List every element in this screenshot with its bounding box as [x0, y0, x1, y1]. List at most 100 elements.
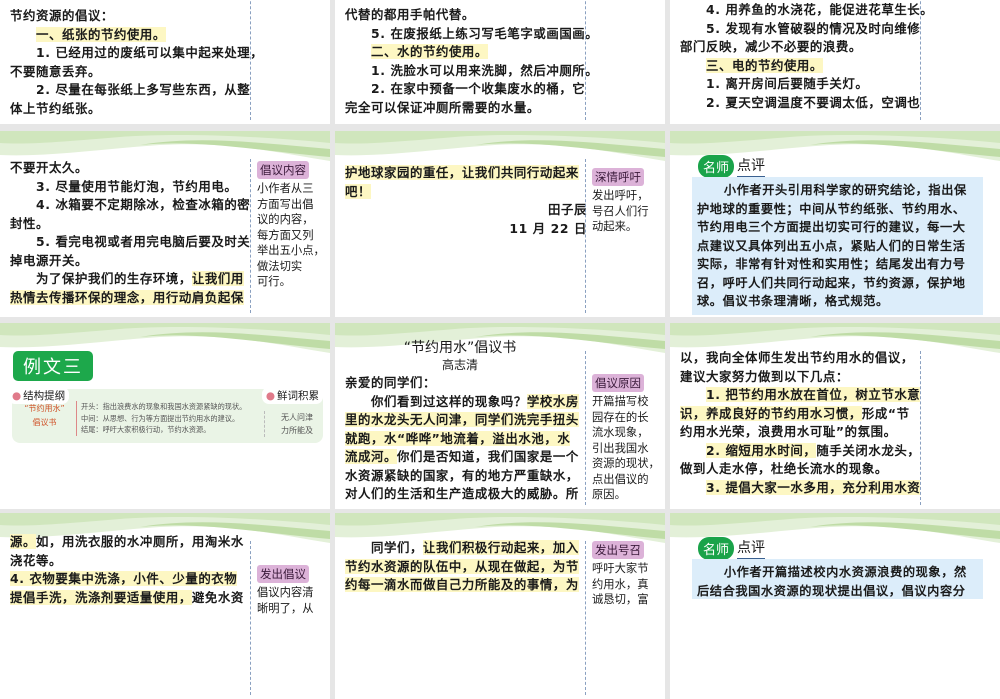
- outline-label-line: “节约用水”: [24, 404, 65, 413]
- text-line: 3. 提倡大家一水多用，充分利用水资: [680, 479, 922, 498]
- margin-divider: [920, 351, 921, 505]
- slide[interactable]: 不要开太久。 3. 尽量使用节能灯泡，节约用电。 4. 冰箱要不定期除冰，检查冰箱的…: [0, 131, 330, 317]
- text-segment: 完全可以保证冲厕所需要的水量。: [345, 99, 540, 115]
- text-line: 源。如，用洗衣服的水冲厕所，用淘米水: [10, 533, 252, 552]
- annotation-line: 做法切实: [257, 259, 303, 273]
- slide[interactable]: 例文三 ● 结构提纲 ● 鲜词积累 “节约用水” 倡议书 开头：指出浪费水的现象和我国水资源紧…: [0, 323, 330, 509]
- annotation-tag: 深情呼吁: [592, 168, 644, 186]
- review-title: 点评: [737, 155, 766, 178]
- text-line: 田子辰: [345, 201, 587, 220]
- slide[interactable]: 亲爱的同学们： 你们看到过这样的现象吗？学校水房 里的水龙头无人问津，同学们洗完手扭…: [335, 323, 665, 509]
- annotation: 深情呼吁 发出呼吁， 号召人们行 动起来。: [592, 166, 662, 235]
- text-segment: 亲爱的同学们：: [345, 375, 436, 390]
- margin-divider: [585, 159, 586, 313]
- annotation-line: 资源的现状，: [592, 457, 660, 470]
- text-segment: 田子辰: [548, 202, 587, 217]
- text-line: 5. 发现有水管破裂的情况及时向维修: [680, 20, 922, 39]
- text-segment: 2. 夏天空调温度不要调太低，空调也: [706, 94, 921, 110]
- text-line: 你们看到过这样的现象吗？学校水房: [345, 393, 587, 412]
- text-segment: 体上节约纸张。: [10, 100, 101, 116]
- text-segment: 做到人走水停，杜绝长流水的现象。: [680, 461, 888, 476]
- highlighted-text: 三、电的节约使用。: [706, 57, 823, 73]
- highlighted-text: 里的水龙头无人问津，同学们洗完手扭头: [345, 412, 579, 427]
- text-segment: 3. 尽量使用节能灯泡，节约用电。: [36, 178, 238, 194]
- structure-outline: ● 结构提纲 ● 鲜词积累 “节约用水” 倡议书 开头：指出浪费水的现象和我国水资源紧缺的现…: [8, 387, 323, 443]
- text-line: 4. 衣物要集中洗涤，小件、少量的衣物: [10, 570, 252, 589]
- margin-divider: [250, 0, 251, 120]
- slide[interactable]: 4. 用养鱼的水浇花，能促进花草生长。 5. 发现有水管破裂的情况及时向维修 部门反…: [670, 0, 1000, 124]
- annotation-line: 流水现象，: [592, 426, 649, 439]
- annotation-line: 小作者从三: [257, 182, 314, 195]
- vocab-heading-text: 鲜词积累: [277, 390, 319, 402]
- annotation-line: 方面写出倡: [257, 197, 314, 211]
- annotation-line: 呼吁大家节: [592, 562, 649, 575]
- text-line: 提倡手洗，洗涤剂要适量使用，避免水资: [10, 589, 252, 608]
- text-line: 1. 洗脸水可以用来洗脚，然后冲厕所。: [345, 62, 598, 81]
- text-line: 1. 已经用过的废纸可以集中起来处理，: [10, 44, 263, 63]
- slide[interactable]: 名师 点评 小作者开头引用科学家的研究结论，指出保护地球的重要性；中间从节约纸张、节…: [670, 131, 1000, 317]
- text-line: 4. 用养鱼的水浇花，能促进花草生长。: [680, 1, 933, 20]
- text-segment: 2. 尽量在每张纸上多写些东西，从整: [36, 82, 251, 97]
- highlighted-text: 约每一滴水而做自己力所能及的事情，为: [345, 577, 579, 592]
- slide[interactable]: 以，我向全体师生发出节约用水的倡议， 建议大家努力做到以下几点： 1. 把节约用水放…: [670, 323, 1000, 509]
- annotation-line: 动起来。: [592, 220, 638, 233]
- text-segment: 11 月 22 日: [509, 220, 587, 236]
- slide-text: 护地球家园的重任，让我们共同行动起来吧！ 田子辰 11 月 22 日: [345, 164, 587, 238]
- text-line: 2. 夏天空调温度不要调太低，空调也: [680, 94, 922, 113]
- text-segment: 随手关闭水龙头，: [816, 442, 921, 458]
- text-line: 约用水光荣，浪费用水可耻”的氛围。: [680, 423, 922, 442]
- slide[interactable]: 同学们，让我们积极行动起来，加入 节约水资源的队伍中，从现在做起，为节 约每一滴水而…: [335, 513, 665, 699]
- highlighted-text: 源。: [10, 534, 36, 549]
- review-text: 小作者开头引用科学家的研究结论，指出保护地球的重要性；中间从节约纸张、节约用水、…: [692, 177, 983, 315]
- highlighted-text: 4. 衣物要集中洗涤，小件、少量的衣物: [10, 571, 238, 586]
- text-segment: 掉电源开关。: [10, 252, 88, 268]
- text-line: 水资源紧缺的国家，有的地方严重缺水，: [345, 467, 587, 486]
- text-line: 11 月 22 日: [345, 220, 587, 239]
- outline-item: 开头：指出浪费水的现象和我国水资源紧缺的现状。: [81, 402, 247, 411]
- outline-item: 中间：从思想、行为等方面提出节约用水的建议。: [81, 413, 240, 423]
- annotation-line: 议的内容，: [257, 213, 314, 226]
- outline-items: 开头：指出浪费水的现象和我国水资源紧缺的现状。 中间：从思想、行为等方面提出节约用…: [76, 401, 246, 436]
- annotation-line: 园存在的长: [592, 410, 649, 424]
- annotation: 发出倡议 倡议内容清 晰明了，从: [257, 563, 327, 616]
- highlighted-text: 护地球家园的重任，让我们共同行动起来: [345, 165, 579, 180]
- slide[interactable]: 护地球家园的重任，让我们共同行动起来 吧！ 田子辰 11 月 22 日深情呼吁 发出呼吁…: [335, 131, 665, 317]
- annotation-line: 号召人们行: [592, 204, 649, 218]
- outline-label-line: 倡议书: [32, 418, 57, 427]
- highlighted-text: 3. 提倡大家一水多用，充分利用水资: [706, 479, 921, 495]
- text-segment: 1. 离开房间后要随手关灯。: [706, 76, 869, 91]
- highlighted-text: 提倡手洗，洗涤剂要适量使用，: [10, 589, 192, 605]
- slide-text: 亲爱的同学们： 你们看到过这样的现象吗？学校水房 里的水龙头无人问津，同学们洗完手扭…: [345, 374, 587, 504]
- annotation-line: 晰明了，从: [257, 601, 314, 615]
- slide[interactable]: 名师 点评 小作者开篇描述校内水资源浪费的现象，然后结合我国水资源的现状提出倡议，倡…: [670, 513, 1000, 699]
- highlighted-text: 识，养成良好的节约用水习惯，: [680, 405, 862, 421]
- slide[interactable]: 源。如，用洗衣服的水冲厕所，用淘米水 浇花等。 4. 衣物要集中洗涤，小件、少量的衣…: [0, 513, 330, 699]
- text-line: 封性。: [10, 215, 252, 234]
- text-line: 不要随意丢弃。: [10, 63, 252, 82]
- slide-text: 同学们，让我们积极行动起来，加入 节约水资源的队伍中，从现在做起，为节 约每一滴水而…: [345, 539, 587, 595]
- text-line: 浇花等。: [10, 552, 252, 571]
- outline-heading-text: 结构提纲: [23, 390, 66, 402]
- annotation: 倡议原因 开篇描写校 园存在的长 流水现象， 引出我国水 资源的现状， 点出倡议的 原因。: [592, 372, 662, 503]
- text-line: 2. 缩短用水时间，随手关闭水龙头，: [680, 442, 922, 461]
- highlighted-text: 让我们用: [191, 271, 244, 286]
- review-badge: 名师: [698, 537, 735, 560]
- text-line: 吧！: [345, 183, 587, 202]
- text-line: 5. 在废报纸上练习写毛笔字或画国画。: [345, 25, 598, 44]
- review-title: 点评: [737, 537, 766, 560]
- text-line: 1. 把节约用水放在首位，树立节水意: [680, 386, 922, 405]
- review-text: 小作者开篇描述校内水资源浪费的现象，然后结合我国水资源的现状提出倡议，倡议内容分…: [692, 559, 983, 599]
- text-line: 做到人走水停，杜绝长流水的现象。: [680, 460, 922, 479]
- bullet-icon: ●: [12, 390, 22, 402]
- text-line: 三、电的节约使用。: [680, 57, 922, 76]
- margin-divider: [585, 351, 586, 505]
- slide-text: 源。如，用洗衣服的水冲厕所，用淘米水 浇花等。 4. 衣物要集中洗涤，小件、少量的衣…: [10, 533, 252, 607]
- text-line: 建议大家努力做到以下几点：: [680, 368, 922, 387]
- text-line: 一、纸张的节约使用。: [10, 26, 252, 45]
- text-segment: 4. 用养鱼的水浇花，能促进花草生长。: [706, 2, 934, 17]
- text-line: 亲爱的同学们：: [345, 374, 587, 393]
- slide[interactable]: 节约资源的倡议： 一、纸张的节约使用。 1. 已经用过的废纸可以集中起来处理， 不要随…: [0, 0, 330, 124]
- text-line: 为了保护我们的生存环境，让我们用: [10, 270, 252, 289]
- annotation-line: 倡议内容清: [257, 586, 314, 599]
- slide[interactable]: 代替的都用手帕代替。 5. 在废报纸上练习写毛笔字或画国画。 二、水的节约使用。 1.…: [335, 0, 665, 124]
